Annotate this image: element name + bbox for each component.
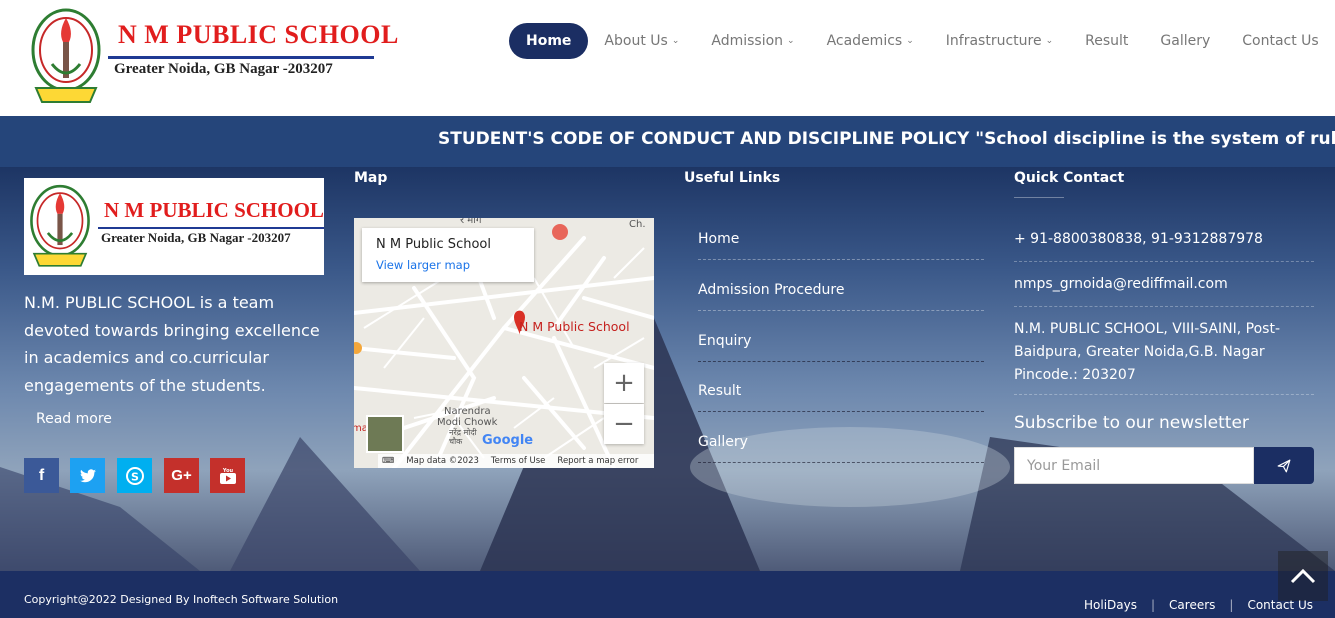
header-school-address: Greater Noida, GB Nagar -203207	[114, 61, 333, 77]
nav-infrastructure[interactable]: Infrastructure ⌄	[930, 23, 1069, 59]
map-data-text: Map data ©2023	[406, 456, 479, 466]
map-label-modi-chowk: Modi Chowk	[437, 417, 498, 428]
map-label-narendra: Narendra	[444, 406, 491, 417]
map-place-name: N M Public School	[376, 237, 491, 252]
useful-links-heading: Useful Links	[684, 170, 781, 186]
marquee-text: STUDENT'S CODE OF CONDUCT AND DISCIPLINE…	[438, 129, 1335, 149]
quick-contact-heading: Quick Contact	[1014, 170, 1125, 186]
contact-divider	[1014, 306, 1314, 307]
keyboard-icon[interactable]: ⌨	[382, 456, 394, 466]
contact-phone[interactable]: + 91-8800380838, 91-9312887978	[1014, 228, 1314, 251]
map-pin-label: N M Public School	[519, 319, 630, 334]
footer-main: N M PUBLIC SCHOOL Greater Noida, GB Naga…	[0, 167, 1335, 571]
chevron-up-icon	[1290, 568, 1316, 584]
map-heading: Map	[354, 170, 388, 186]
useful-link-result[interactable]: Result	[698, 383, 984, 412]
school-emblem-logo[interactable]	[30, 4, 102, 108]
footer-logo[interactable]: N M PUBLIC SCHOOL Greater Noida, GB Naga…	[24, 178, 324, 275]
scroll-to-top-button[interactable]	[1278, 551, 1328, 601]
google-plus-icon[interactable]: G+	[164, 458, 199, 493]
nav-admission-label: Admission	[711, 33, 784, 49]
newsletter-submit-button[interactable]	[1254, 447, 1314, 484]
header-school-name: N M PUBLIC SCHOOL	[118, 20, 399, 49]
map-info-card: N M Public School View larger map	[362, 228, 534, 282]
contact-divider	[1014, 261, 1314, 262]
nav-academics-label: Academics	[826, 33, 903, 49]
quick-contact-rule	[1014, 197, 1064, 198]
skype-icon[interactable]: S	[117, 458, 152, 493]
nav-home-label: Home	[526, 33, 572, 49]
nav-admission[interactable]: Admission ⌄	[695, 23, 810, 59]
read-more-link[interactable]: Read more	[36, 411, 112, 427]
map-report-link[interactable]: Report a map error	[557, 456, 638, 466]
google-logo: Google	[482, 433, 534, 448]
chevron-down-icon: ⌄	[1045, 36, 1054, 46]
chevron-down-icon: ⌄	[906, 36, 914, 46]
nav-about-us-label: About Us	[604, 33, 668, 49]
youtube-icon[interactable]: You	[210, 458, 245, 493]
useful-link-gallery[interactable]: Gallery	[698, 434, 984, 463]
nav-home[interactable]: Home	[509, 23, 589, 59]
footer-bottom-bar: Copyright@2022 Designed By Inoftech Soft…	[0, 571, 1335, 618]
map-attribution-bar: ⌨ Map data ©2023 Terms of Use Report a m…	[378, 454, 654, 468]
newsletter-heading: Subscribe to our newsletter	[1014, 413, 1249, 433]
nav-result[interactable]: Result	[1069, 23, 1144, 59]
bottom-links: HoliDays | Careers | Contact Us	[1070, 598, 1313, 612]
map-terms-link[interactable]: Terms of Use	[491, 456, 546, 466]
view-larger-map-link[interactable]: View larger map	[376, 258, 470, 272]
school-emblem-logo	[30, 184, 90, 267]
nav-infrastructure-label: Infrastructure	[945, 33, 1042, 49]
useful-link-home[interactable]: Home	[698, 231, 984, 260]
nav-contact-us-label: Contact Us	[1242, 33, 1319, 49]
map-label-ch: Ch.	[629, 219, 646, 230]
useful-link-enquiry[interactable]: Enquiry	[698, 333, 984, 362]
map-zoom-in-button[interactable]: +	[604, 363, 644, 403]
contact-email[interactable]: nmps_grnoida@rediffmail.com	[1014, 273, 1314, 296]
chevron-down-icon: ⌄	[671, 36, 680, 46]
nav-contact-us[interactable]: Contact Us	[1226, 23, 1334, 59]
footer-school-address: Greater Noida, GB Nagar -203207	[101, 230, 291, 245]
copyright-text: Copyright@2022 Designed By Inoftech Soft…	[24, 593, 339, 606]
newsletter-email-input[interactable]	[1014, 447, 1254, 484]
bottom-link-holidays[interactable]: HoliDays	[1070, 598, 1151, 612]
send-icon	[1277, 459, 1291, 472]
about-text: N.M. PUBLIC SCHOOL is a team devoted tow…	[24, 293, 320, 395]
chevron-down-icon: ⌄	[787, 36, 795, 46]
announcement-marquee[interactable]: STUDENT'S CODE OF CONDUCT AND DISCIPLINE…	[0, 116, 1335, 167]
svg-text:You: You	[221, 468, 233, 474]
nav-gallery-label: Gallery	[1160, 33, 1211, 49]
main-nav: Home About Us ⌄ Admission ⌄ Academics ⌄ Inf…	[509, 23, 1335, 59]
map-satellite-toggle[interactable]	[366, 415, 404, 453]
useful-link-admission-procedure[interactable]: Admission Procedure	[698, 282, 984, 311]
footer-school-name: N M PUBLIC SCHOOL	[104, 198, 324, 222]
twitter-icon[interactable]	[70, 458, 105, 493]
footer-logo-divider	[98, 227, 324, 229]
nav-result-label: Result	[1085, 33, 1129, 49]
bottom-link-careers[interactable]: Careers	[1155, 598, 1229, 612]
google-map-embed[interactable]: N M Public School View larger map Ch. र …	[354, 218, 654, 468]
facebook-icon[interactable]: f	[24, 458, 59, 493]
map-zoom-out-button[interactable]: −	[604, 404, 644, 444]
nav-gallery[interactable]: Gallery	[1144, 23, 1226, 59]
contact-divider	[1014, 394, 1314, 395]
nav-academics[interactable]: Academics ⌄	[811, 23, 930, 59]
nav-about-us[interactable]: About Us ⌄	[588, 23, 695, 59]
svg-text:S: S	[131, 470, 139, 483]
site-header: N M PUBLIC SCHOOL Greater Noida, GB Naga…	[0, 0, 1335, 116]
contact-address: N.M. PUBLIC SCHOOL, VIII-SAINI, Post-Bai…	[1014, 321, 1280, 383]
map-label-hindi-top: र मार्ग	[460, 218, 482, 226]
header-divider	[108, 56, 374, 59]
